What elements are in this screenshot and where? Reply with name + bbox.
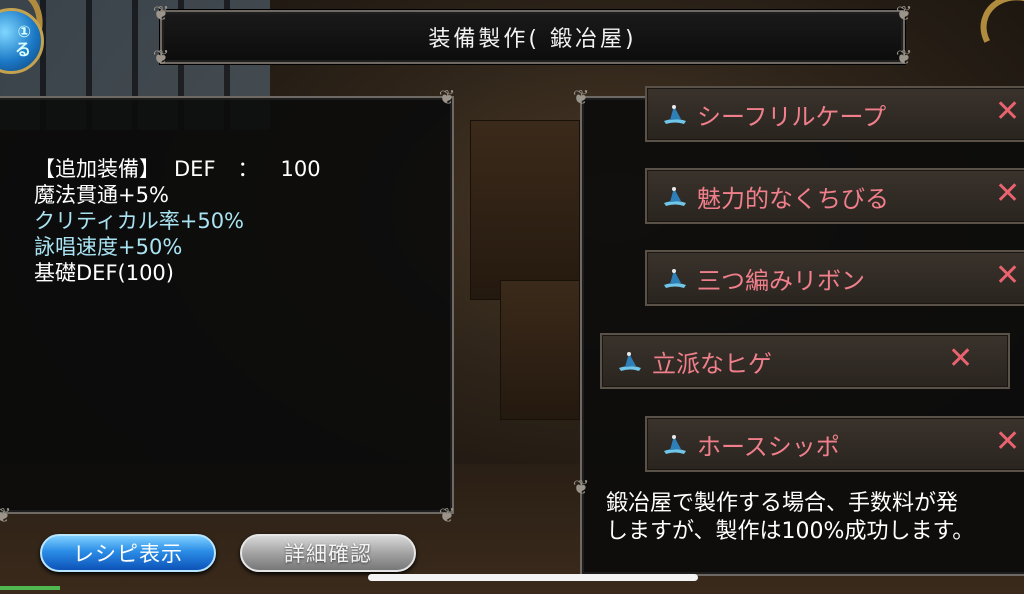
panel-ornament-icon: ❦ [572,85,590,109]
wizard-hat-icon [616,350,644,372]
item-name: 魅力的なくちびる [697,184,889,213]
menu-orb-line1: ① [17,22,31,41]
list-item[interactable]: 魅力的なくちびる ✕ [645,168,1024,224]
panel-ornament-icon: ❦ [438,503,456,527]
remove-icon[interactable]: ✕ [995,424,1020,459]
header-value: 100 [280,157,321,181]
item-name: シーフリルケープ [697,102,887,131]
crafting-description: 鍛冶屋で製作する場合、手数料が発 しますが、製作は100%成功します。 [606,490,974,546]
stat-line: 基礎DEF(100) [34,261,174,285]
header-stat: DEF [174,157,216,181]
title-ornament-right-icon: ❦ [895,1,913,25]
progress-strip [0,586,60,590]
wizard-hat-icon [661,433,689,455]
list-item-selected[interactable]: 立派なヒゲ ✕ [600,333,1010,389]
description-line: しますが、製作は100%成功します。 [606,519,975,544]
menu-orb-line2: る [14,40,31,59]
detail-check-button[interactable]: 詳細確認 [240,534,416,572]
remove-icon[interactable]: ✕ [948,341,973,376]
additional-equipment-header: 【追加装備】 DEF ： 100 [34,156,321,182]
list-item[interactable]: シーフリルケープ ✕ [645,86,1024,142]
corner-ornament-right [970,0,1024,77]
wizard-hat-icon [661,103,689,125]
wizard-hat-icon [661,185,689,207]
item-name: ホースシッポ [697,432,840,461]
stat-line: クリティカル率+50% [34,209,245,233]
equipment-stats: 【追加装備】 DEF ： 100 魔法貫通+5% クリティカル率+50% 詠唱速… [34,156,321,286]
home-indicator[interactable] [368,574,698,581]
remove-icon[interactable]: ✕ [995,258,1020,293]
item-name: 立派なヒゲ [652,349,772,378]
remove-icon[interactable]: ✕ [995,176,1020,211]
panel-ornament-icon: ❦ [0,503,12,527]
equipment-info-panel: 【追加装備】 DEF ： 100 魔法貫通+5% クリティカル率+50% 詠唱速… [0,96,454,514]
background-shelf [470,120,580,300]
list-item[interactable]: ホースシッポ ✕ [645,416,1024,472]
panel-ornament-icon: ❦ [572,475,590,499]
list-item[interactable]: 三つ編みリボン ✕ [645,250,1024,306]
page-title: 装備製作( 鍛冶屋) [428,27,637,52]
description-line: 鍛冶屋で製作する場合、手数料が発 [606,491,959,516]
title-bar: 装備製作( 鍛冶屋) [160,10,905,64]
title-ornament-bottom-left-icon: ❦ [152,45,170,69]
stat-line: 詠唱速度+50% [34,235,183,259]
panel-ornament-icon: ❦ [438,85,456,109]
header-label: 【追加装備】 [34,157,160,181]
wizard-hat-icon [661,267,689,289]
item-name: 三つ編みリボン [697,266,865,295]
background-bookcase [500,280,580,420]
stat-line: 魔法貫通+5% [34,183,169,207]
title-ornament-bottom-right-icon: ❦ [895,45,913,69]
remove-icon[interactable]: ✕ [995,94,1020,129]
header-separator: ： [237,157,259,181]
show-recipe-button[interactable]: レシピ表示 [40,534,216,572]
title-ornament-left-icon: ❦ [152,1,170,25]
